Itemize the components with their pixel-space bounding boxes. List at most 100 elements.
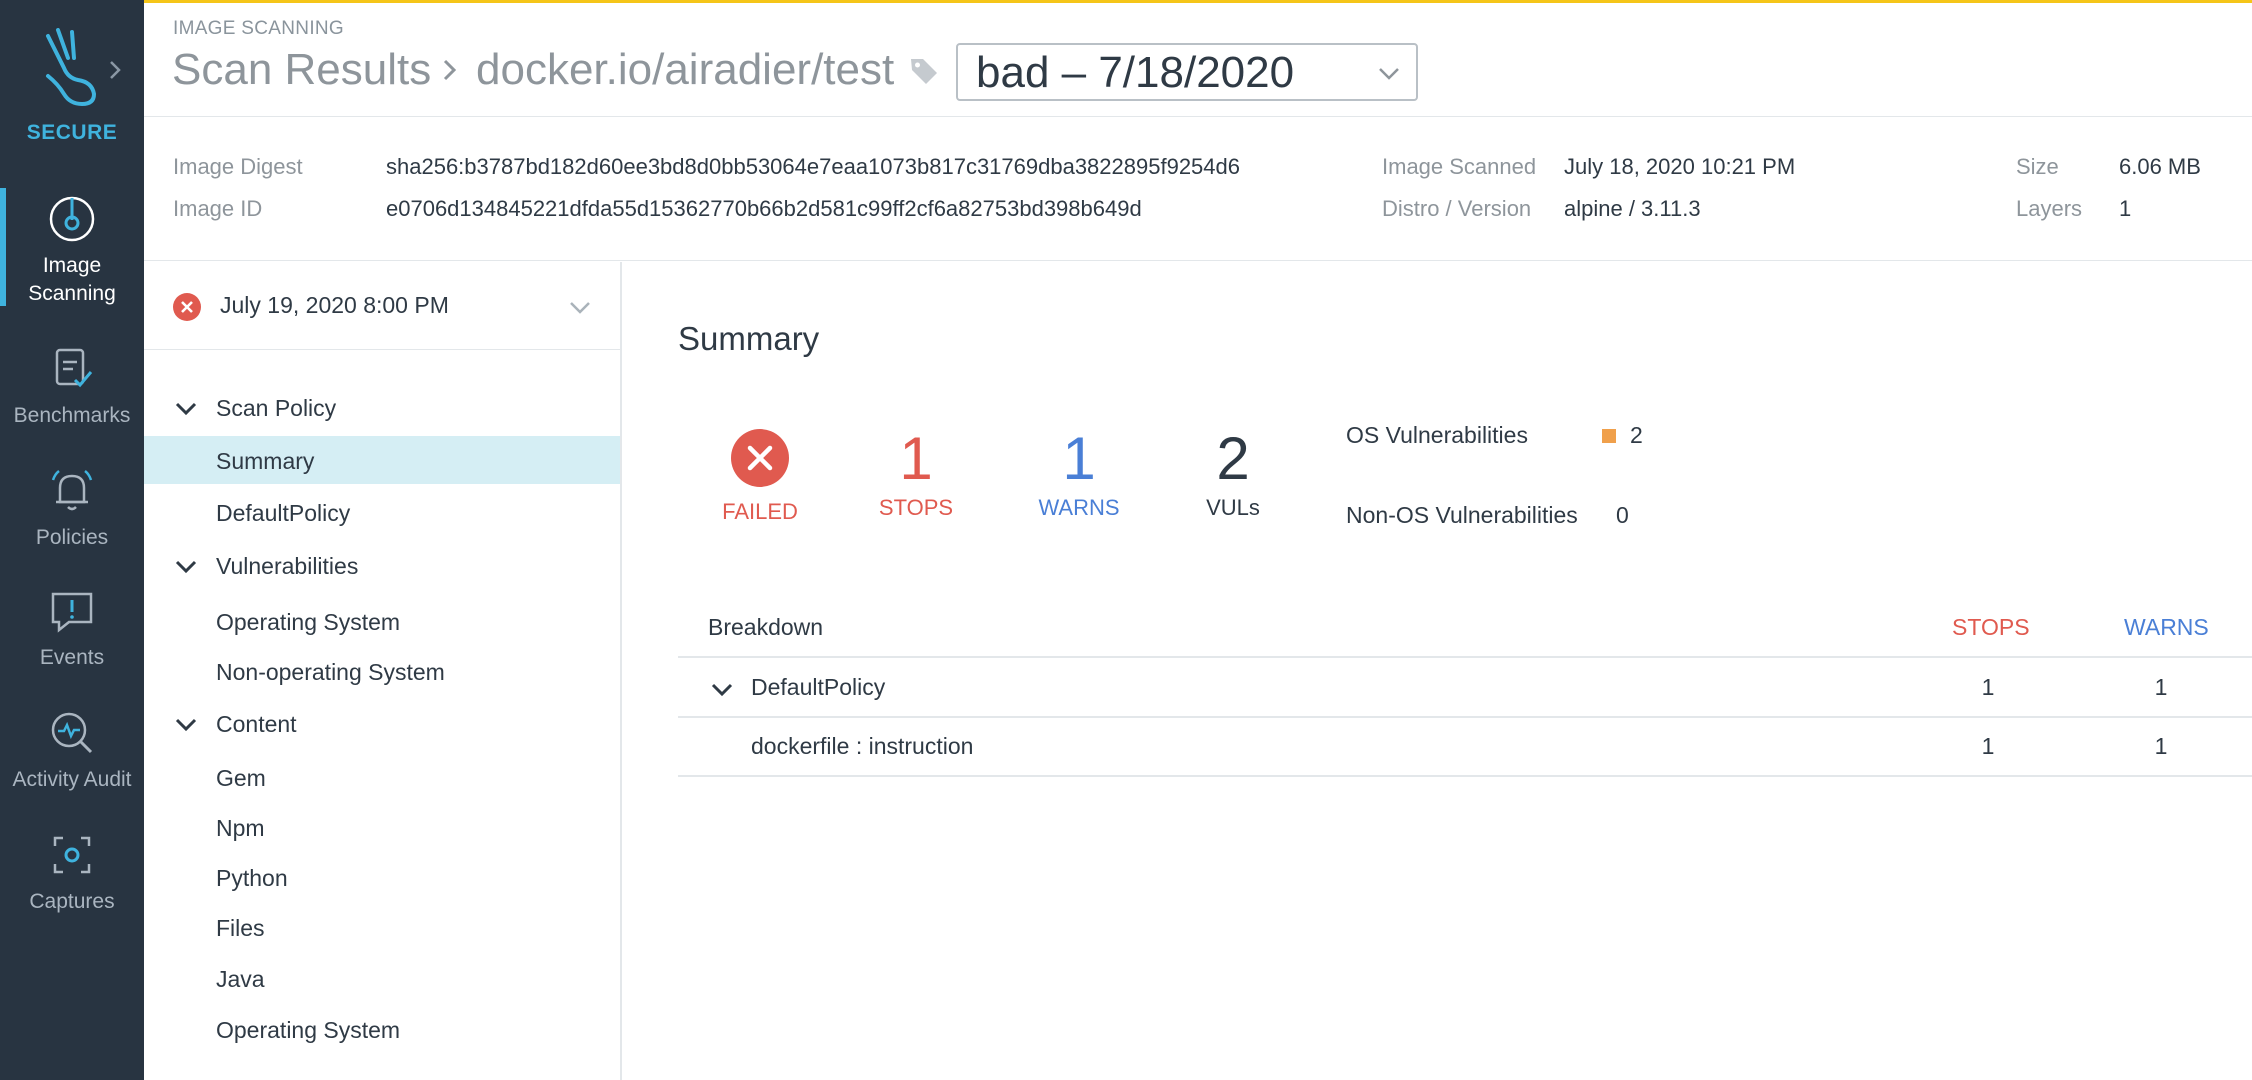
failed-status-icon [731,429,789,487]
tag-select-value: bad – 7/18/2020 [976,48,1295,97]
os-vulnerabilities-marker [1602,429,1616,443]
failed-status-icon [173,293,201,321]
chevron-down-icon [175,402,197,416]
stops-count: 1 [899,425,933,492]
layers-label: Layers [2016,196,2083,221]
tree-group-label: Content [216,711,297,737]
tree-item-java[interactable]: Java [144,954,620,1002]
nav-label: Policies [35,526,109,549]
app-sidebar: SECURE Image Scanning Benchmarks Policie… [0,0,144,1080]
size-value: 6.06 MB [2119,154,2201,179]
tree-item-npm[interactable]: Npm [144,803,620,851]
nav-label-line1: Image [42,254,102,277]
events-icon [51,592,93,633]
tree-item-default-policy[interactable]: DefaultPolicy [144,488,620,536]
nav-label: Activity Audit [12,768,132,791]
chevron-down-icon [1379,68,1399,80]
nav-label: Captures [29,890,115,913]
nav-item-image-scanning[interactable]: Image Scanning [0,192,144,308]
breakdown-header: Breakdown STOPS WARNS [678,600,2252,658]
breakdown-row-warns: 1 [2154,674,2168,700]
tree-item-gem[interactable]: Gem [144,753,620,801]
tree-item-files[interactable]: Files [144,903,620,951]
image-digest-value: sha256:b3787bd182d60ee3bd8d0bb53064e7eaa… [386,154,1240,179]
report-navigation: July 19, 2020 8:00 PM Scan Policy Summar… [144,262,622,1080]
stops-label: STOPS [878,495,954,520]
breakdown-row-gate[interactable]: dockerfile : instruction 1 1 [678,719,2252,777]
tree-item-python[interactable]: Python [144,853,620,901]
activity-audit-icon [51,712,93,754]
chevron-down-icon [570,302,590,314]
brand[interactable]: SECURE [0,0,144,180]
tree-item-content-operating-system[interactable]: Operating System [144,1005,620,1053]
tree-item-label: DefaultPolicy [216,500,351,526]
size-label: Size [2016,154,2059,179]
breadcrumb-scan-results[interactable]: Scan Results [172,45,431,95]
nav-item-activity-audit[interactable]: Activity Audit [0,706,144,794]
breakdown-row-name: dockerfile : instruction [751,733,974,759]
image-digest-label: Image Digest [173,154,303,179]
tree-item-label: Java [216,966,265,992]
warns-label: WARNS [1038,495,1120,520]
captures-icon [53,836,91,874]
brand-label: SECURE [26,121,118,144]
vuls-label: VULs [1206,495,1260,520]
benchmarks-icon [55,348,93,388]
breakdown-row-policy[interactable]: DefaultPolicy 1 1 [678,660,2252,718]
chevron-right-icon [443,59,457,81]
image-scanning-icon [49,196,95,242]
image-id-label: Image ID [173,196,263,221]
nav-item-events[interactable]: Events [0,584,144,672]
tag-select[interactable]: bad – 7/18/2020 [956,43,1418,101]
os-vulnerabilities-label: OS Vulnerabilities [1346,422,1528,448]
tag-icon [911,59,937,84]
tree-item-label: Summary [216,448,315,474]
tree-group-vulnerabilities[interactable]: Vulnerabilities [144,543,620,589]
nav-item-policies[interactable]: Policies [0,464,144,552]
tree-item-label: Non-operating System [216,659,445,685]
status-label: FAILED [722,499,798,524]
tree-group-content[interactable]: Content [144,701,620,747]
tree-item-summary[interactable]: Summary [144,436,620,484]
nav-item-captures[interactable]: Captures [0,828,144,916]
breakdown-row-name: DefaultPolicy [751,674,886,700]
secure-logo-icon [46,28,97,107]
bell-icon [51,470,93,511]
nav-label-line2: Scanning [28,282,116,305]
breadcrumb-image: docker.io/airadier/test [476,45,895,94]
distro-label: Distro / Version [1382,196,1532,221]
chevron-right-icon [110,61,121,79]
page-header: IMAGE SCANNING Scan Results docker.io/ai… [144,3,2252,117]
nav-item-benchmarks[interactable]: Benchmarks [0,342,144,430]
breakdown-row-stops: 1 [1981,733,1995,759]
section-eyebrow: IMAGE SCANNING [173,18,344,39]
tree-item-label: Npm [216,815,265,841]
tree-group-scan-policy[interactable]: Scan Policy [144,385,620,431]
tree-item-non-operating-system[interactable]: Non-operating System [144,647,620,695]
vuls-count: 2 [1216,425,1250,492]
chevron-down-icon [711,683,733,697]
tree-item-label: Operating System [216,609,401,635]
warns-count: 1 [1062,425,1096,492]
breakdown-warns-header: WARNS [2124,614,2209,640]
chevron-down-icon [175,560,197,574]
image-metadata: Image Digest sha256:b3787bd182d60ee3bd8d… [144,118,2252,261]
layers-value: 1 [2119,196,2132,221]
scan-run-value: July 19, 2020 8:00 PM [220,292,449,318]
breakdown-row-warns: 1 [2154,733,2168,759]
image-id-value: e0706d134845221dfda55d15362770b66b2d581c… [386,196,1142,221]
chevron-down-icon [175,718,197,732]
nav-label: Events [39,646,105,669]
scan-run-select[interactable]: July 19, 2020 8:00 PM [144,262,620,350]
nav-label: Benchmarks [13,404,131,427]
tree-item-label: Gem [216,765,266,791]
tree-item-operating-system[interactable]: Operating System [144,597,620,645]
image-scanned-value: July 18, 2020 10:21 PM [1564,154,1796,179]
breakdown-stops-header: STOPS [1952,614,2030,640]
tree-group-label: Vulnerabilities [216,553,359,579]
non-os-vulnerabilities-label: Non-OS Vulnerabilities [1346,502,1578,528]
tree-item-label: Python [216,865,288,891]
os-vulnerabilities-count: 2 [1630,422,1643,448]
summary-panel: Summary FAILED 1 STOPS 1 WARNS 2 VULs OS… [624,262,2252,1080]
tree-item-label: Operating System [216,1017,401,1043]
